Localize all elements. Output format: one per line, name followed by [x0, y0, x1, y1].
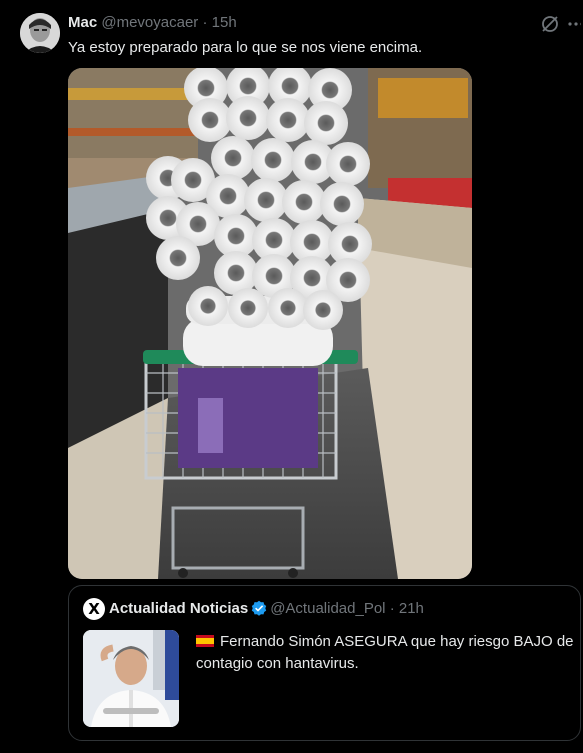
avatar-photo-icon: [20, 13, 60, 53]
toilet-paper-cart-photo-icon: [68, 68, 472, 579]
avatar[interactable]: [20, 13, 60, 53]
quote-media-thumbnail[interactable]: [83, 630, 179, 727]
quoted-tweet[interactable]: X Actualidad Noticias @Actualidad_Pol · 2…: [68, 585, 581, 741]
author-handle[interactable]: @mevoyacaer: [101, 14, 198, 31]
author-name[interactable]: Mac: [68, 14, 97, 31]
person-photo-icon: [83, 630, 179, 727]
quote-separator-dot: ·: [389, 600, 395, 617]
quote-header: Actualidad Noticias @Actualidad_Pol · 21h: [109, 600, 424, 618]
tweet-header: Mac @mevoyacaer · 15h: [68, 14, 237, 32]
quote-text-container: Fernando Simón ASEGURA que hay riesgo BA…: [196, 631, 576, 675]
spain-flag-icon: [196, 635, 214, 647]
more-options-icon[interactable]: [567, 14, 583, 34]
quote-author-name[interactable]: Actualidad Noticias: [109, 600, 248, 617]
quote-time[interactable]: 21h: [399, 600, 424, 617]
quote-author-handle[interactable]: @Actualidad_Pol: [270, 600, 385, 617]
grok-icon[interactable]: [540, 14, 560, 34]
verified-badge-icon: [251, 600, 267, 616]
quote-author-avatar[interactable]: X: [83, 598, 105, 620]
tweet-media[interactable]: [68, 68, 472, 579]
tweet-text: Ya estoy preparado para lo que se nos vi…: [68, 39, 423, 56]
tweet[interactable]: Mac @mevoyacaer · 15h Ya estoy preparado…: [0, 0, 583, 753]
quote-text: Fernando Simón ASEGURA que hay riesgo BA…: [196, 633, 574, 672]
tweet-time[interactable]: 15h: [212, 14, 237, 31]
separator-dot: ·: [202, 14, 208, 31]
